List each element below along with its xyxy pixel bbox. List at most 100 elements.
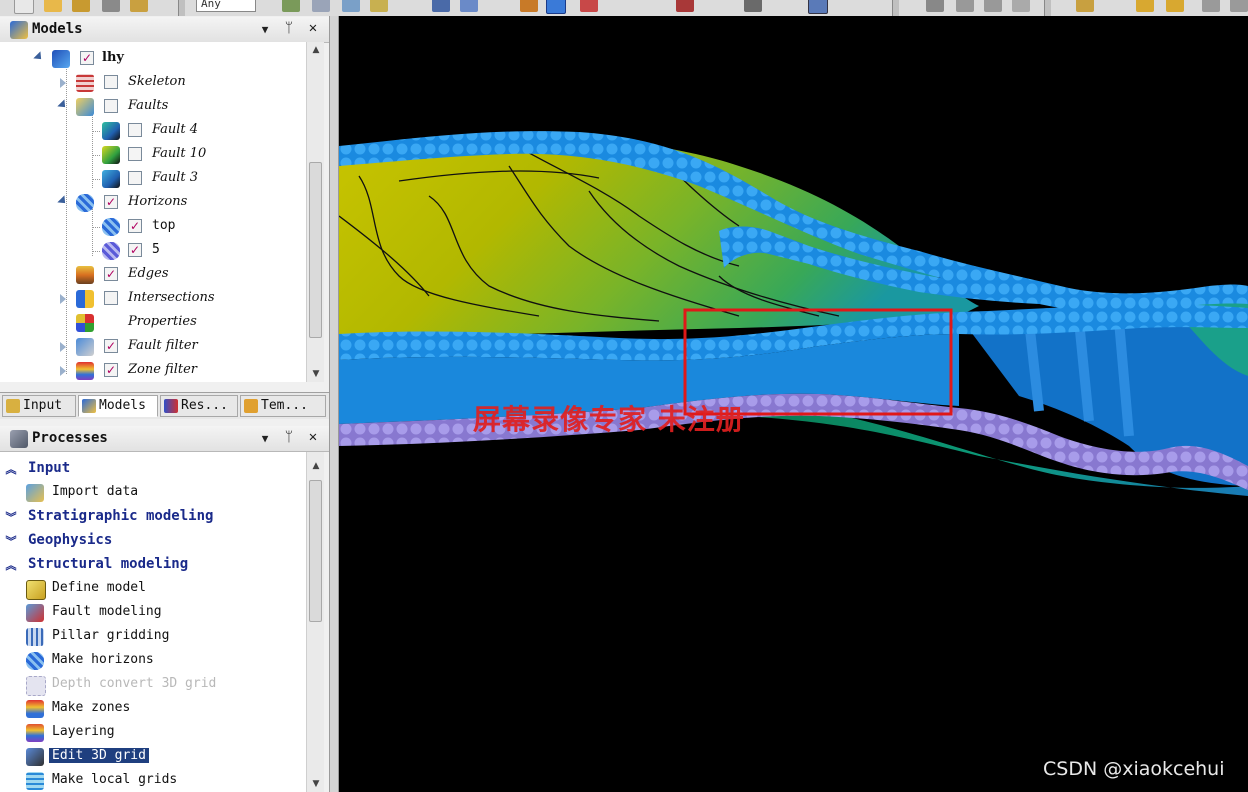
pin-icon[interactable]: ᛘ bbox=[280, 429, 298, 445]
tool-icon[interactable] bbox=[460, 0, 478, 12]
process-edit-3d-grid[interactable]: Edit 3D grid bbox=[0, 746, 306, 768]
collapse-icon[interactable]: ︽ bbox=[3, 461, 19, 477]
close-icon[interactable]: ✕ bbox=[304, 429, 322, 445]
tree-item-horizons[interactable]: ✓ Horizons bbox=[0, 192, 306, 214]
tool-icon[interactable] bbox=[1230, 0, 1248, 12]
checkbox-fault-10[interactable] bbox=[128, 147, 142, 161]
depth-convert-icon bbox=[26, 676, 46, 696]
checkbox-top[interactable]: ✓ bbox=[128, 219, 142, 233]
scroll-up-icon[interactable]: ▲ bbox=[307, 42, 325, 58]
process-group-input[interactable]: ︽ Input bbox=[0, 458, 306, 480]
processes-list: ︽ Input Import data ︾ Stratigraphic mode… bbox=[0, 452, 306, 792]
process-depth-convert-3d-grid[interactable]: Depth convert 3D grid bbox=[0, 674, 306, 696]
panel-dropdown-button[interactable]: ▼ bbox=[256, 23, 274, 36]
tool-icon[interactable] bbox=[984, 0, 1002, 12]
make-horizons-icon bbox=[26, 652, 44, 670]
tree-item-top[interactable]: ✓ top bbox=[0, 216, 306, 238]
checkbox-fault-4[interactable] bbox=[128, 123, 142, 137]
tree-item-fault-3[interactable]: Fault 3 bbox=[0, 168, 306, 190]
process-import-data[interactable]: Import data bbox=[0, 482, 306, 504]
process-fault-modeling[interactable]: Fault modeling bbox=[0, 602, 306, 624]
tool-icon[interactable] bbox=[282, 0, 300, 12]
tool-icon[interactable] bbox=[744, 0, 762, 12]
checkbox-edges[interactable]: ✓ bbox=[104, 267, 118, 281]
tab-input[interactable]: Input bbox=[2, 395, 76, 417]
settings-icon[interactable] bbox=[72, 0, 90, 12]
save-icon[interactable] bbox=[102, 0, 120, 12]
tree-item-5[interactable]: ✓ 5 bbox=[0, 240, 306, 262]
tool-icon[interactable] bbox=[370, 0, 388, 12]
expand-icon[interactable]: ︾ bbox=[3, 533, 19, 549]
tree-item-zone-filter[interactable]: ✓ Zone filter bbox=[0, 360, 306, 382]
pin-icon[interactable]: ᛘ bbox=[280, 20, 298, 36]
tool-icon[interactable] bbox=[1012, 0, 1030, 12]
tool-icon[interactable] bbox=[1202, 0, 1220, 12]
open-folder-icon[interactable] bbox=[44, 0, 62, 12]
process-make-zones[interactable]: Make zones bbox=[0, 698, 306, 720]
tool-icon[interactable] bbox=[432, 0, 450, 12]
tree-item-fault-4[interactable]: Fault 4 bbox=[0, 120, 306, 142]
checkbox-faults[interactable] bbox=[104, 99, 118, 113]
toolbar-separator bbox=[178, 0, 185, 16]
tool-icon[interactable] bbox=[1136, 0, 1154, 12]
tool-icon[interactable] bbox=[520, 0, 538, 12]
pane-splitter[interactable] bbox=[329, 16, 339, 792]
panel-dropdown-button[interactable]: ▼ bbox=[256, 432, 274, 445]
processes-panel-title: Processes bbox=[32, 430, 108, 446]
tool-icon[interactable] bbox=[956, 0, 974, 12]
scroll-down-icon[interactable]: ▼ bbox=[307, 776, 325, 792]
close-icon[interactable]: ✕ bbox=[304, 20, 322, 36]
tree-item-properties[interactable]: Properties bbox=[0, 312, 306, 334]
checkbox-skeleton[interactable] bbox=[104, 75, 118, 89]
scroll-down-icon[interactable]: ▼ bbox=[307, 366, 325, 382]
scroll-thumb[interactable] bbox=[309, 480, 322, 622]
main-toolbar: Any bbox=[0, 0, 1248, 17]
tool-icon[interactable] bbox=[926, 0, 944, 12]
tree-item-fault-filter[interactable]: ✓ Fault filter bbox=[0, 336, 306, 358]
processes-scrollbar[interactable]: ▲ ▼ bbox=[306, 452, 324, 792]
3d-viewport[interactable]: 屏幕录像专家 未注册 CSDN @xiaokcehui bbox=[339, 16, 1248, 792]
scroll-thumb[interactable] bbox=[309, 162, 322, 338]
tool-icon[interactable] bbox=[342, 0, 360, 12]
process-pillar-gridding[interactable]: Pillar gridding bbox=[0, 626, 306, 648]
tool-icon[interactable] bbox=[580, 0, 598, 12]
tool-icon[interactable] bbox=[808, 0, 828, 14]
tree-item-fault-10[interactable]: Fault 10 bbox=[0, 144, 306, 166]
tool-icon[interactable] bbox=[312, 0, 330, 12]
tab-models[interactable]: Models bbox=[78, 395, 158, 417]
tree-item-faults[interactable]: Faults bbox=[0, 96, 306, 118]
print-icon[interactable] bbox=[130, 0, 148, 12]
tree-item-skeleton[interactable]: Skeleton bbox=[0, 72, 306, 94]
checkbox-intersections[interactable] bbox=[104, 291, 118, 305]
process-make-horizons[interactable]: Make horizons bbox=[0, 650, 306, 672]
tree-item-intersections[interactable]: Intersections bbox=[0, 288, 306, 310]
checkbox-fault-3[interactable] bbox=[128, 171, 142, 185]
selection-mode-combo[interactable]: Any bbox=[196, 0, 256, 12]
tree-item-lhy[interactable]: ✓ lhy bbox=[0, 48, 306, 70]
models-scrollbar[interactable]: ▲ ▼ bbox=[306, 42, 324, 382]
process-make-local-grids[interactable]: Make local grids bbox=[0, 770, 306, 792]
checkbox-fault-filter[interactable]: ✓ bbox=[104, 339, 118, 353]
checkbox-zone-filter[interactable]: ✓ bbox=[104, 363, 118, 377]
process-group-geophysics[interactable]: ︾ Geophysics bbox=[0, 530, 306, 552]
make-zones-icon bbox=[26, 700, 44, 718]
tab-templates[interactable]: Tem... bbox=[240, 395, 326, 417]
collapse-icon[interactable]: ︽ bbox=[3, 557, 19, 573]
new-file-icon[interactable] bbox=[14, 0, 34, 14]
process-group-stratigraphic-modeling[interactable]: ︾ Stratigraphic modeling bbox=[0, 506, 306, 528]
expand-icon[interactable]: ︾ bbox=[3, 509, 19, 525]
checkbox-lhy[interactable]: ✓ bbox=[80, 51, 94, 65]
tool-icon[interactable] bbox=[1166, 0, 1184, 12]
checkbox-horizons[interactable]: ✓ bbox=[104, 195, 118, 209]
process-layering[interactable]: Layering bbox=[0, 722, 306, 744]
tab-results[interactable]: Res... bbox=[160, 395, 238, 417]
tool-icon[interactable] bbox=[676, 0, 694, 12]
process-define-model[interactable]: Define model bbox=[0, 578, 306, 600]
tool-icon[interactable] bbox=[546, 0, 566, 14]
models-panel-header: Models ▼ ᛘ ✕ bbox=[0, 17, 329, 43]
tool-icon[interactable] bbox=[1076, 0, 1094, 12]
checkbox-5[interactable]: ✓ bbox=[128, 243, 142, 257]
tree-item-edges[interactable]: ✓ Edges bbox=[0, 264, 306, 286]
scroll-up-icon[interactable]: ▲ bbox=[307, 458, 325, 474]
process-group-structural-modeling[interactable]: ︽ Structural modeling bbox=[0, 554, 306, 576]
